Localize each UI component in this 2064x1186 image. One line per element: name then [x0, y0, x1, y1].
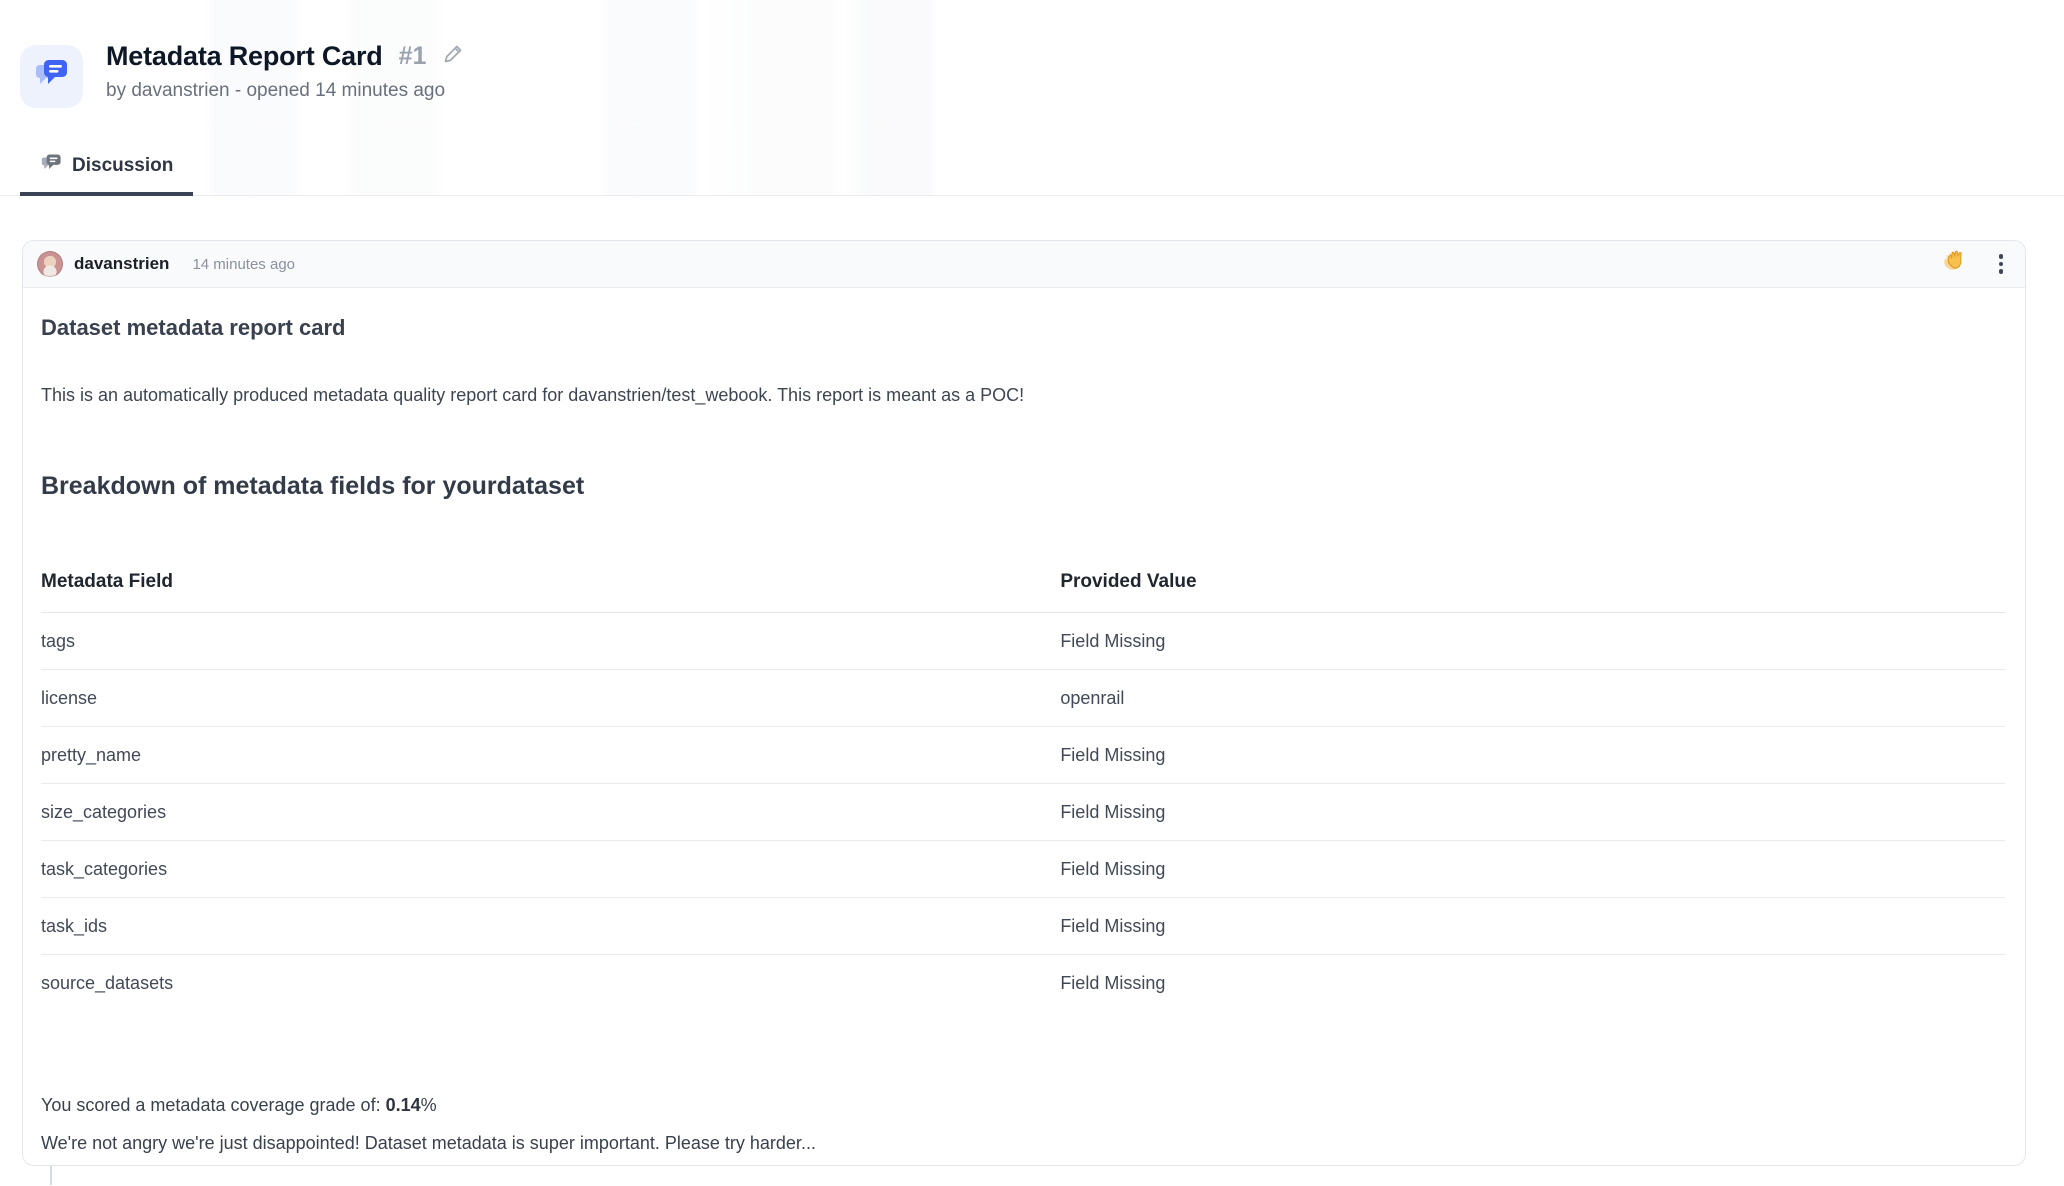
comment-header: davanstrien 14 minutes ago [23, 241, 2025, 288]
chat-bubbles-icon [33, 56, 71, 97]
intro-paragraph: This is an automatically produced metada… [41, 385, 1025, 405]
page-title: Metadata Report Card [106, 41, 383, 71]
waving-hand-emoji-icon [1943, 248, 1970, 280]
cell-metadata-field: license [41, 669, 1061, 727]
tabs-bar: Discussion [20, 152, 194, 196]
table-row: size_categories Field Missing [41, 783, 2005, 841]
kebab-menu-button[interactable] [1997, 252, 2006, 276]
cell-provided-value: Field Missing [1060, 783, 2005, 841]
avatar[interactable] [37, 251, 63, 277]
issue-number: #1 [398, 42, 427, 70]
cell-provided-value: Field Missing [1060, 840, 2005, 898]
cell-provided-value: openrail [1060, 669, 2005, 727]
closing-line: We're not angry we're just disappointed!… [41, 1133, 816, 1153]
comment-body: Dataset metadata report card This is an … [23, 288, 2025, 1155]
grade-suffix: % [420, 1095, 437, 1115]
comment-heading: Dataset metadata report card [41, 315, 346, 340]
column-header-metadata-field: Metadata Field [41, 548, 1061, 613]
table-header-row: Metadata Field Provided Value [41, 548, 2005, 613]
thread-connector-line [50, 1166, 52, 1185]
chat-bubbles-icon [40, 152, 63, 179]
discussion-page-header: Metadata Report Card #1 by davanstrien -… [0, 0, 2064, 196]
table-row: pretty_name Field Missing [41, 726, 2005, 784]
cell-metadata-field: tags [41, 631, 76, 651]
column-header-provided-value: Provided Value [1060, 548, 2005, 613]
cell-metadata-field: size_categories [41, 783, 1061, 841]
table-row: tags Field Missing [41, 613, 2005, 670]
edit-title-button[interactable] [442, 43, 465, 71]
metadata-table: Metadata Field Provided Value tags Field … [41, 548, 2005, 1011]
table-row: task_ids Field Missing [41, 897, 2005, 955]
tab-discussion-label: Discussion [72, 154, 174, 176]
cell-metadata-field: pretty_name [41, 726, 1061, 784]
pencil-icon [442, 43, 465, 71]
cell-metadata-field: source_datasets [41, 954, 1061, 1011]
cell-provided-value: Field Missing [1060, 726, 2005, 784]
grade-value: 0.14 [385, 1095, 421, 1115]
section-heading: Breakdown of metadata fields for yourdat… [41, 472, 585, 500]
byline: by davanstrien - opened 14 minutes ago [106, 80, 446, 101]
comment-card: davanstrien 14 minutes ago Dataset metad… [22, 240, 2026, 1166]
grade-line: You scored a metadata coverage grade of:… [41, 1093, 2005, 1117]
reaction-button[interactable] [1943, 248, 1970, 280]
table-row: license openrail [41, 669, 2005, 727]
grade-prefix: You scored a metadata coverage grade of: [41, 1095, 386, 1115]
table-row: source_datasets Field Missing [41, 954, 2005, 1011]
comment-author-link[interactable]: davanstrien [74, 254, 169, 274]
cell-metadata-field: task_ids [41, 897, 1061, 955]
comment-timestamp: 14 minutes ago [192, 255, 296, 273]
discussion-thread-icon-tile [20, 45, 83, 108]
cell-provided-value: Field Missing [1060, 954, 2005, 1011]
tab-discussion[interactable]: Discussion [20, 152, 194, 196]
table-row: task_categories Field Missing [41, 840, 2005, 898]
cell-metadata-field: task_categories [41, 840, 1061, 898]
cell-provided-value: Field Missing [1060, 897, 2005, 955]
cell-provided-value: Field Missing [1060, 631, 1166, 651]
